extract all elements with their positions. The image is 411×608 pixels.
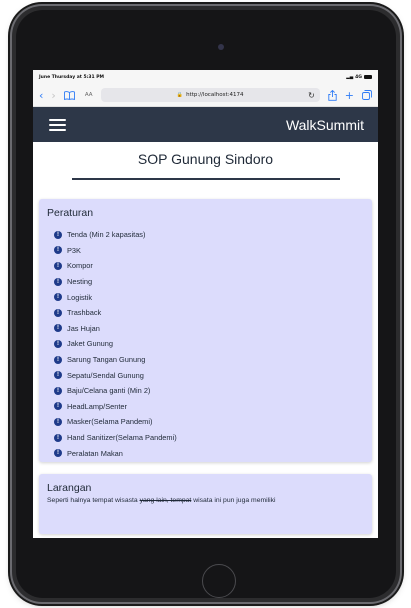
browser-toolbar: ‹ › AA 🔒 http://localhost:4174 ↻ +	[33, 84, 378, 107]
list-item-label: Jaket Gunung	[67, 339, 114, 349]
peraturan-heading: Peraturan	[47, 207, 94, 219]
larangan-heading: Larangan	[47, 482, 92, 494]
exclamation-icon: !	[54, 261, 62, 270]
exclamation-icon: !	[54, 308, 62, 317]
larangan-text-start: Seperti halnya tempat wisasta	[47, 497, 140, 504]
list-item-label: Baju/Celana ganti (Min 2)	[67, 386, 151, 396]
exclamation-icon: !	[54, 355, 62, 364]
exclamation-icon: !	[54, 277, 62, 286]
list-item: ! Kompor	[54, 258, 364, 274]
address-bar[interactable]: 🔒 http://localhost:4174 ↻	[100, 88, 320, 102]
exclamation-icon: !	[54, 293, 62, 302]
exclamation-icon: !	[54, 386, 62, 395]
larangan-text-struck: yang lain, tempat	[139, 497, 192, 504]
list-item-label: P3K	[67, 245, 81, 255]
list-item-label: Nesting	[67, 277, 93, 287]
list-item: ! Nesting	[54, 274, 364, 290]
status-time: June Thursday at 5:31 PM	[39, 74, 104, 80]
list-item-label: Kompor	[67, 261, 93, 271]
list-item-label: Sepatu/Sendal Gunung	[67, 370, 144, 380]
list-item-label: Trashback	[67, 308, 102, 318]
list-item: ! Logistik	[54, 289, 364, 305]
app-brand[interactable]: WalkSummit	[286, 117, 364, 133]
exclamation-icon: !	[54, 402, 62, 411]
exclamation-icon: !	[54, 246, 62, 255]
list-item: ! Peralatan Makan	[54, 445, 364, 461]
exclamation-icon: !	[54, 417, 62, 426]
list-item: ! HeadLamp/Senter	[54, 399, 364, 415]
share-icon[interactable]	[328, 89, 337, 101]
url-text: http://localhost:4174	[186, 92, 244, 98]
peraturan-card: Peraturan ! Tenda (Min 2 kapasitas)! P3K! K…	[39, 199, 372, 462]
larangan-text: Seperti halnya tempat wisasta yang lain,…	[47, 497, 364, 504]
front-camera	[218, 44, 224, 50]
new-tab-icon[interactable]: +	[345, 90, 354, 101]
list-item: ! Jaket Gunung	[54, 336, 364, 352]
tabs-icon[interactable]	[362, 90, 372, 100]
list-item: ! Sepatu/Sendal Gunung	[54, 367, 364, 383]
larangan-text-end: wisata ini pun juga memiliki	[191, 497, 276, 504]
status-bar: June Thursday at 5:31 PM ▂▄ 4G	[33, 70, 378, 84]
list-item-label: Tenda (Min 2 kapasitas)	[67, 230, 146, 240]
screen: June Thursday at 5:31 PM ▂▄ 4G ‹ › AA 🔒 …	[33, 70, 378, 538]
list-item-label: Sarung Tangan Gunung	[67, 355, 146, 365]
exclamation-icon: !	[54, 449, 62, 458]
peraturan-list: ! Tenda (Min 2 kapasitas)! P3K! Kompor! Nest…	[47, 227, 364, 461]
list-item: ! Jas Hujan	[54, 321, 364, 337]
lock-icon: 🔒	[176, 92, 184, 98]
list-item: ! P3K	[54, 243, 364, 259]
list-item: ! Sarung Tangan Gunung	[54, 352, 364, 368]
exclamation-icon: !	[54, 230, 62, 239]
list-item: ! Tenda (Min 2 kapasitas)	[54, 227, 364, 243]
list-item: ! Trashback	[54, 305, 364, 321]
list-item-label: Logistik	[67, 292, 93, 302]
signal-icon: ▂▄	[346, 74, 354, 80]
exclamation-icon: !	[54, 371, 62, 380]
list-item: ! Hand Sanitizer(Selama Pandemi)	[54, 430, 364, 446]
list-item-label: Hand Sanitizer(Selama Pandemi)	[67, 433, 177, 443]
page-content: SOP Gunung Sindoro Peraturan ! Tenda (Min…	[33, 151, 378, 534]
page-title: SOP Gunung Sindoro	[137, 151, 274, 167]
list-item-label: HeadLamp/Senter	[67, 401, 127, 411]
exclamation-icon: !	[54, 433, 62, 442]
exclamation-icon: !	[54, 339, 62, 348]
app-navbar: WalkSummit	[33, 107, 378, 142]
back-icon[interactable]: ‹	[39, 90, 43, 101]
list-item-label: Peralatan Makan	[67, 448, 123, 458]
larangan-card: Larangan Seperti halnya tempat wisasta y…	[39, 474, 372, 534]
battery-icon	[364, 75, 372, 79]
title-divider	[71, 178, 340, 180]
forward-icon[interactable]: ›	[51, 90, 55, 101]
status-indicators: ▂▄ 4G	[346, 75, 372, 80]
list-item: ! Baju/Celana ganti (Min 2)	[54, 383, 364, 399]
reload-icon[interactable]: ↻	[308, 91, 315, 100]
text-size-button[interactable]: AA	[85, 92, 93, 98]
home-button[interactable]	[202, 564, 236, 598]
bookmarks-icon[interactable]	[63, 90, 75, 100]
list-item-label: Masker(Selama Pandemi)	[67, 417, 153, 427]
menu-icon[interactable]	[49, 118, 66, 131]
exclamation-icon: !	[54, 324, 62, 333]
list-item-label: Jas Hujan	[67, 323, 100, 333]
list-item: ! Masker(Selama Pandemi)	[54, 414, 364, 430]
network-label: 4G	[355, 74, 362, 80]
